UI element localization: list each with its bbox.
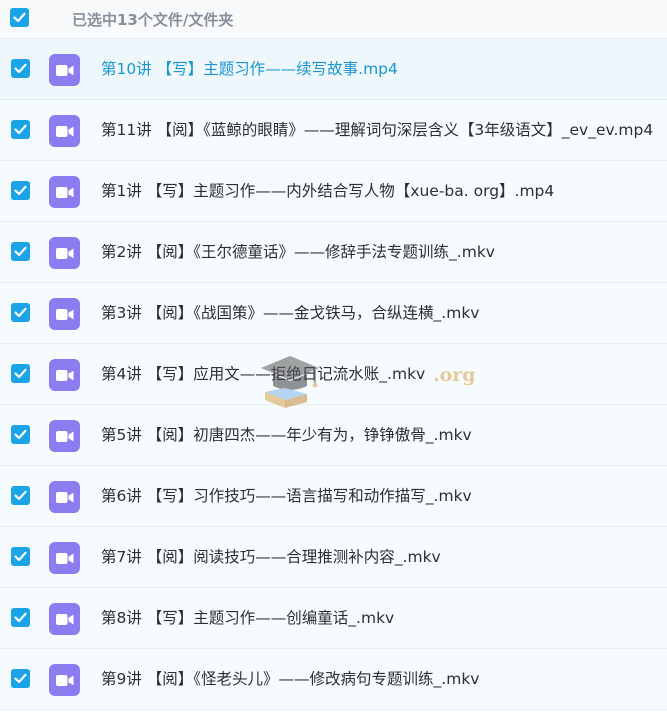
checkmark-icon bbox=[14, 63, 27, 74]
file-row[interactable]: 第5讲 【阅】初唐四杰——年少有为，铮铮傲骨_.mkv bbox=[0, 405, 667, 466]
checkmark-icon bbox=[14, 124, 27, 135]
file-name[interactable]: 第5讲 【阅】初唐四杰——年少有为，铮铮傲骨_.mkv bbox=[101, 425, 472, 445]
file-checkbox[interactable] bbox=[11, 486, 30, 505]
checkmark-icon bbox=[14, 368, 27, 379]
checkmark-icon bbox=[14, 612, 27, 623]
video-camera-icon bbox=[49, 420, 80, 452]
video-camera-icon bbox=[49, 481, 80, 513]
file-name[interactable]: 第3讲 【阅】《战国策》——金戈铁马，合纵连横_.mkv bbox=[101, 303, 479, 323]
file-checkbox[interactable] bbox=[11, 608, 30, 627]
checkmark-icon bbox=[14, 246, 27, 257]
file-checkbox[interactable] bbox=[11, 669, 30, 688]
file-row[interactable]: 第1讲 【写】主题习作——内外结合写人物【xue-ba. org】.mp4 bbox=[0, 161, 667, 222]
video-camera-icon bbox=[49, 542, 80, 574]
checkmark-icon bbox=[14, 307, 27, 318]
video-camera-icon bbox=[49, 176, 80, 208]
file-row[interactable]: 第2讲 【阅】《王尔德童话》——修辞手法专题训练_.mkv bbox=[0, 222, 667, 283]
video-camera-icon bbox=[49, 298, 80, 330]
file-row[interactable]: 第10讲 【写】主题习作——续写故事.mp4 bbox=[0, 39, 667, 100]
file-checkbox[interactable] bbox=[11, 303, 30, 322]
file-name[interactable]: 第11讲 【阅】《蓝鲸的眼睛》——理解词句深层含义【3年级语文】_ev_ev.m… bbox=[101, 120, 653, 140]
file-checkbox[interactable] bbox=[11, 242, 30, 261]
selection-header: 已选中13个文件/文件夹 bbox=[0, 0, 667, 39]
file-name[interactable]: 第1讲 【写】主题习作——内外结合写人物【xue-ba. org】.mp4 bbox=[101, 181, 554, 201]
video-camera-icon bbox=[49, 664, 80, 696]
file-name[interactable]: 第9讲 【阅】《怪老头儿》——修改病句专题训练_.mkv bbox=[101, 669, 479, 689]
video-camera-icon bbox=[49, 54, 80, 86]
file-checkbox[interactable] bbox=[11, 120, 30, 139]
file-row[interactable]: 第6讲 【写】习作技巧——语言描写和动作描写_.mkv bbox=[0, 466, 667, 527]
file-row[interactable]: 第3讲 【阅】《战国策》——金戈铁马，合纵连横_.mkv bbox=[0, 283, 667, 344]
file-checkbox[interactable] bbox=[11, 364, 30, 383]
file-name[interactable]: 第2讲 【阅】《王尔德童话》——修辞手法专题训练_.mkv bbox=[101, 242, 495, 262]
selection-count-label: 已选中13个文件/文件夹 bbox=[72, 11, 234, 29]
select-all-checkbox[interactable] bbox=[10, 8, 29, 27]
file-name[interactable]: 第4讲 【写】应用文——拒绝日记流水账_.mkv bbox=[101, 364, 425, 384]
file-checkbox[interactable] bbox=[11, 59, 30, 78]
file-row[interactable]: 第8讲 【写】主题习作——创编童话_.mkv bbox=[0, 588, 667, 649]
checkmark-icon bbox=[14, 490, 27, 501]
video-camera-icon bbox=[49, 237, 80, 269]
file-rows: 第10讲 【写】主题习作——续写故事.mp4 第11讲 【阅】《蓝鲸的眼睛》——… bbox=[0, 39, 667, 710]
checkmark-icon bbox=[14, 551, 27, 562]
file-checkbox[interactable] bbox=[11, 547, 30, 566]
file-row[interactable]: 第11讲 【阅】《蓝鲸的眼睛》——理解词句深层含义【3年级语文】_ev_ev.m… bbox=[0, 100, 667, 161]
checkmark-icon bbox=[13, 12, 26, 23]
video-camera-icon bbox=[49, 359, 80, 391]
file-checkbox[interactable] bbox=[11, 181, 30, 200]
file-list: 已选中13个文件/文件夹 第10讲 【写】主题习作——续写故事.mp4 第11讲… bbox=[0, 0, 667, 715]
file-name[interactable]: 第10讲 【写】主题习作——续写故事.mp4 bbox=[101, 59, 398, 79]
file-name[interactable]: 第6讲 【写】习作技巧——语言描写和动作描写_.mkv bbox=[101, 486, 472, 506]
video-camera-icon bbox=[49, 603, 80, 635]
file-name[interactable]: 第7讲 【阅】阅读技巧——合理推测补内容_.mkv bbox=[101, 547, 441, 567]
file-checkbox[interactable] bbox=[11, 425, 30, 444]
file-row[interactable]: 第4讲 【写】应用文——拒绝日记流水账_.mkv bbox=[0, 344, 667, 405]
checkmark-icon bbox=[14, 429, 27, 440]
checkmark-icon bbox=[14, 185, 27, 196]
file-name[interactable]: 第8讲 【写】主题习作——创编童话_.mkv bbox=[101, 608, 394, 628]
file-row[interactable]: 第9讲 【阅】《怪老头儿》——修改病句专题训练_.mkv bbox=[0, 649, 667, 710]
video-camera-icon bbox=[49, 115, 80, 147]
file-row[interactable]: 第7讲 【阅】阅读技巧——合理推测补内容_.mkv bbox=[0, 527, 667, 588]
checkmark-icon bbox=[14, 673, 27, 684]
